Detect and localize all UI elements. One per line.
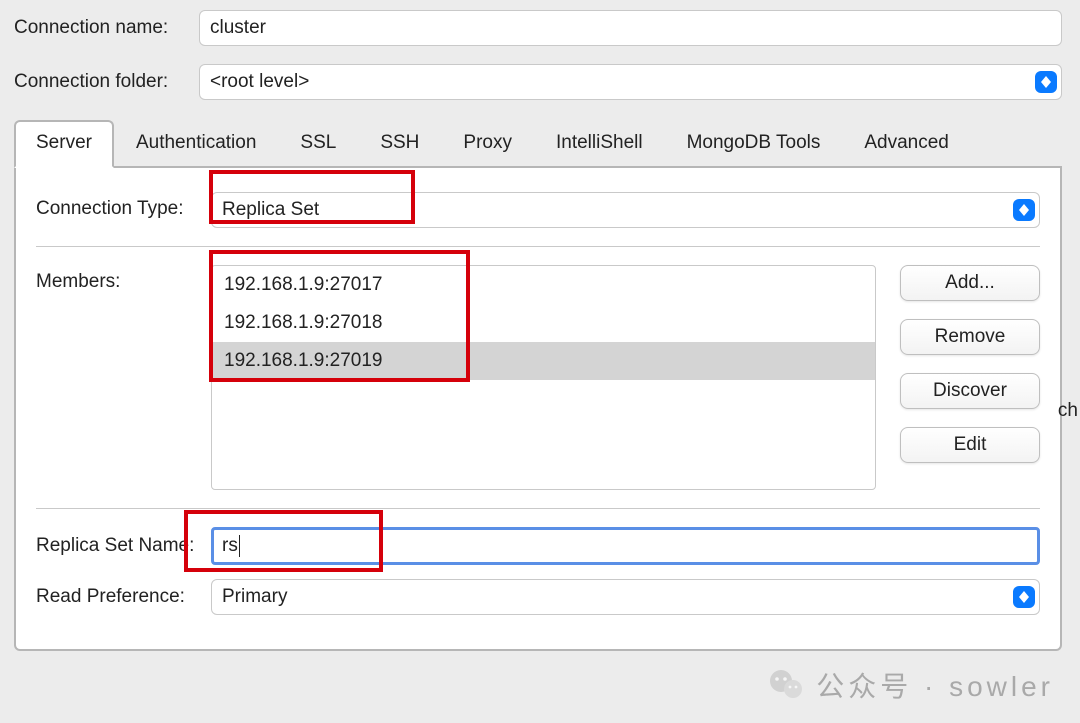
server-tab-panel: Connection Type: Replica Set Members: 19… xyxy=(14,168,1062,651)
connection-name-input[interactable] xyxy=(199,10,1062,46)
connection-type-select[interactable]: Replica Set xyxy=(211,192,1040,228)
add-button[interactable]: Add... xyxy=(900,265,1040,301)
replica-set-name-input[interactable]: rs xyxy=(211,527,1040,565)
tab-bar: Server Authentication SSL SSH Proxy Inte… xyxy=(14,118,1062,168)
watermark-text: 公众号 · sowler xyxy=(816,665,1054,705)
edit-button[interactable]: Edit xyxy=(900,427,1040,463)
members-label: Members: xyxy=(36,265,211,293)
list-item[interactable]: 192.168.1.9:27018 xyxy=(212,304,875,342)
tab-mongodb-tools[interactable]: MongoDB Tools xyxy=(665,120,843,168)
read-preference-select[interactable]: Primary xyxy=(211,579,1040,615)
cropped-text: ch xyxy=(1058,400,1078,422)
tab-intellishell[interactable]: IntelliShell xyxy=(534,120,665,168)
wechat-icon xyxy=(768,667,804,703)
watermark: 公众号 · sowler xyxy=(768,665,1054,705)
connection-folder-label: Connection folder: xyxy=(14,71,199,93)
remove-button[interactable]: Remove xyxy=(900,319,1040,355)
tab-server[interactable]: Server xyxy=(14,120,114,168)
connection-folder-value: <root level> xyxy=(210,71,1051,93)
tab-authentication[interactable]: Authentication xyxy=(114,120,278,168)
text-caret xyxy=(239,535,240,557)
replica-set-name-label: Replica Set Name: xyxy=(36,535,211,557)
tab-advanced[interactable]: Advanced xyxy=(842,120,971,168)
connection-type-label: Connection Type: xyxy=(36,192,211,220)
read-preference-label: Read Preference: xyxy=(36,586,211,608)
connection-name-label: Connection name: xyxy=(14,17,199,39)
tab-ssl[interactable]: SSL xyxy=(278,120,358,168)
read-preference-value: Primary xyxy=(222,586,1029,608)
list-item[interactable]: 192.168.1.9:27017 xyxy=(212,266,875,304)
updown-icon xyxy=(1035,71,1057,93)
window-right-edge xyxy=(1062,0,1080,723)
tab-proxy[interactable]: Proxy xyxy=(441,120,534,168)
tab-ssh[interactable]: SSH xyxy=(358,120,441,168)
list-item[interactable]: 192.168.1.9:27019 xyxy=(212,342,875,380)
updown-icon xyxy=(1013,199,1035,221)
replica-set-name-value: rs xyxy=(222,535,238,557)
connection-folder-select[interactable]: <root level> xyxy=(199,64,1062,100)
discover-button[interactable]: Discover xyxy=(900,373,1040,409)
connection-type-value: Replica Set xyxy=(222,199,1029,221)
members-list[interactable]: 192.168.1.9:27017 192.168.1.9:27018 192.… xyxy=(211,265,876,490)
updown-icon xyxy=(1013,586,1035,608)
